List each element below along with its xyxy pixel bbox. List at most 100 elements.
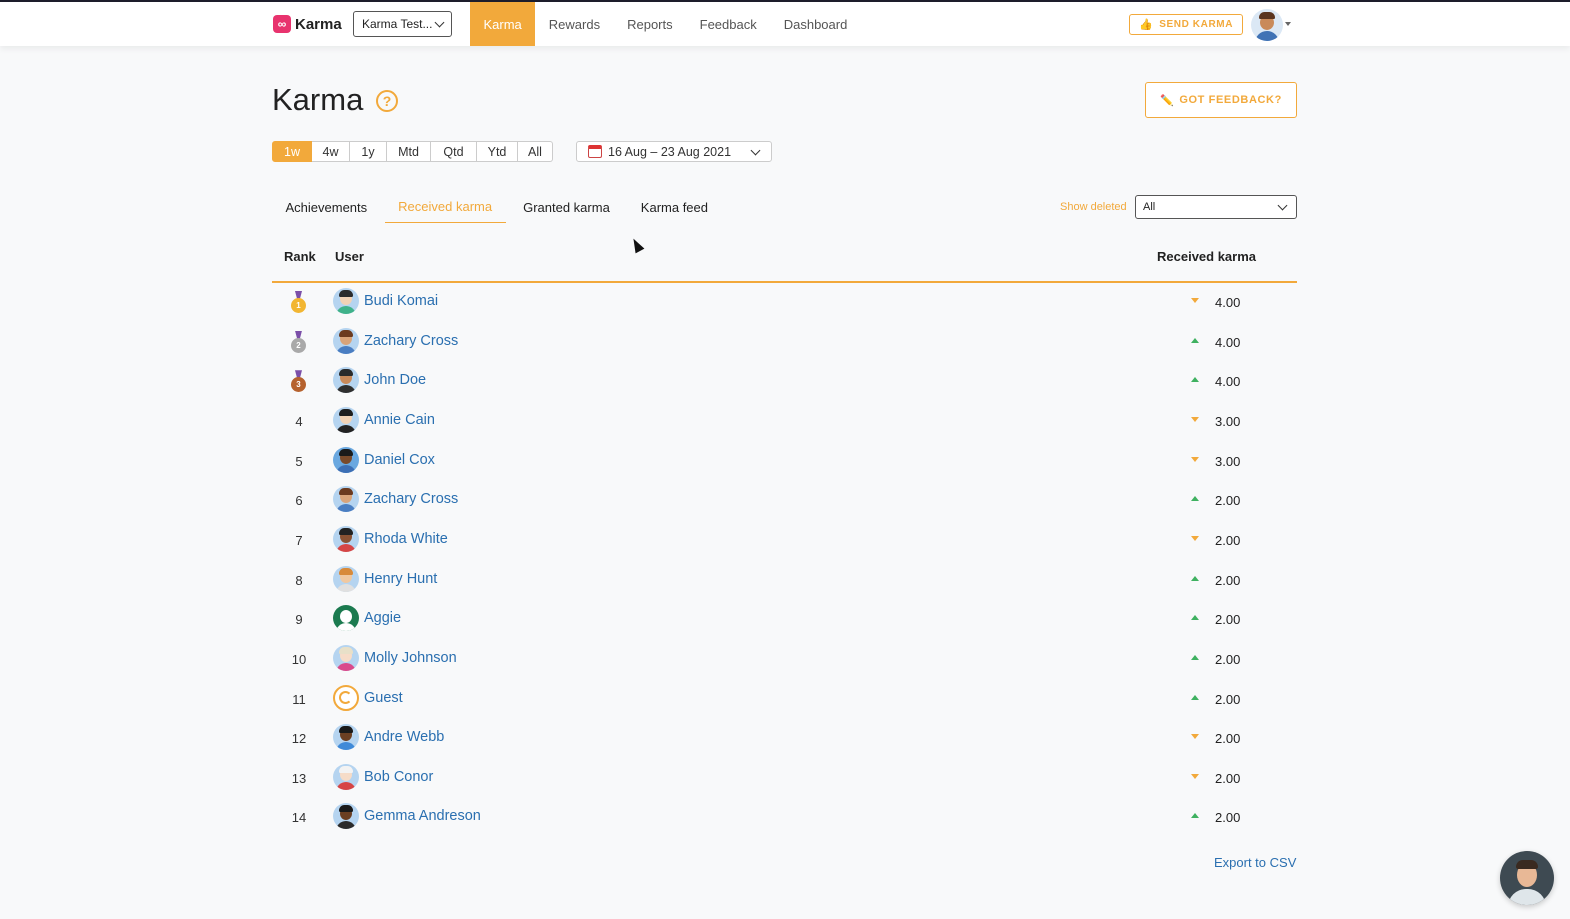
avatar[interactable] [333,763,359,790]
karma-value: 2.00 [1215,572,1241,588]
karma-value: 2.00 [1215,651,1241,667]
user-name-link[interactable]: Annie Cain [364,412,435,428]
user-name-link[interactable]: Zachary Cross [364,333,458,349]
chevron-down-icon [1277,200,1288,211]
help-icon[interactable]: ? [376,90,398,112]
rank-cell: 7 [295,532,303,548]
trend-up-icon [1191,694,1199,700]
avatar[interactable] [333,446,359,473]
rank-cell: 10 [291,651,307,667]
user-name-link[interactable]: Guest [364,690,403,706]
nav-link-rewards[interactable]: Rewards [535,2,613,46]
avatar[interactable] [333,644,359,671]
silver-medal-icon: 2 [291,330,306,353]
rank-cell: 4 [295,413,303,429]
avatar[interactable] [333,406,359,433]
karma-value: 4.00 [1215,295,1241,310]
user-name-link[interactable]: Zachary Cross [364,491,458,507]
avatar[interactable] [333,486,359,513]
tab-karma-feed[interactable]: Karma feed [627,195,721,223]
user-name-link[interactable]: Molly Johnson [364,650,457,666]
table-row: 10 Molly Johnson 2.00 [272,639,1297,678]
show-deleted-select[interactable]: All [1135,195,1297,219]
nav-link-reports[interactable]: Reports [614,2,687,46]
send-karma-label: SEND KARMA [1159,19,1234,30]
column-header-received-karma[interactable]: Received karma [1157,249,1256,264]
user-name-link[interactable]: Henry Hunt [364,571,437,587]
karma-value: 2.00 [1215,770,1241,786]
trend-down-icon [1191,456,1199,462]
trend-down-icon [1191,734,1199,740]
user-name-link[interactable]: Budi Komai [364,293,438,309]
user-name-link[interactable]: Andre Webb [364,729,444,745]
avatar[interactable] [333,288,359,314]
table-row: 14 Gemma Andreson 2.00 [272,797,1297,836]
table-row: 11 Guest 2.00 [272,679,1297,718]
avatar[interactable] [333,525,359,552]
period-button-4w[interactable]: 4w [312,141,350,162]
table-row: 3 John Doe 4.00 [272,361,1297,400]
trend-up-icon [1191,575,1199,581]
app-logo[interactable]: ∞ Karma [273,15,342,33]
avatar[interactable] [333,565,359,592]
period-button-ytd[interactable]: Ytd [477,141,518,162]
user-name-link[interactable]: Aggie [364,610,401,626]
period-button-all[interactable]: All [518,141,553,162]
avatar[interactable] [333,724,359,751]
karma-value: 2.00 [1215,493,1241,509]
team-select[interactable]: Karma Test... [353,11,452,37]
table-row: 1 Budi Komai 4.00 [272,282,1297,321]
period-button-1y[interactable]: 1y [350,141,387,162]
trend-down-icon [1191,298,1199,303]
user-name-link[interactable]: John Doe [364,372,426,388]
karma-value: 2.00 [1215,612,1241,628]
date-range-value: 16 Aug – 23 Aug 2021 [608,144,732,159]
calendar-icon [588,145,602,158]
trend-up-icon [1191,654,1199,660]
period-button-qtd[interactable]: Qtd [431,141,477,162]
user-name-link[interactable]: Rhoda White [364,531,448,547]
tab-achievements[interactable]: Achievements [272,195,381,223]
rank-cell: 11 [292,691,306,707]
karma-value: 3.00 [1215,453,1241,469]
karma-value: 4.00 [1215,374,1241,390]
user-avatar[interactable] [1251,9,1283,41]
trend-up-icon [1191,496,1199,502]
rank-cell: 13 [291,770,307,786]
table-row: 8 Henry Hunt 2.00 [272,560,1297,599]
period-button-mtd[interactable]: Mtd [387,141,431,162]
trend-down-icon [1191,416,1199,422]
avatar[interactable] [333,803,359,830]
nav-link-feedback[interactable]: Feedback [686,2,770,46]
top-navbar: ∞ Karma Karma Test... Karma Rewards Report… [0,0,1570,46]
tab-granted-karma[interactable]: Granted karma [510,195,624,223]
table-row: 4 Annie Cain 3.00 [272,401,1297,440]
trend-up-icon [1191,377,1199,383]
send-karma-button[interactable]: 👍 SEND KARMA [1129,14,1243,35]
period-button-1w[interactable]: 1w [272,141,312,162]
rank-cell: 8 [295,572,303,588]
avatar[interactable] [333,367,359,394]
nav-link-dashboard[interactable]: Dashboard [770,2,861,46]
rank-cell: 14 [291,810,307,826]
user-menu-caret-icon[interactable] [1285,22,1291,26]
karma-logo-icon: ∞ [273,15,291,33]
karma-value: 2.00 [1215,691,1241,707]
user-name-link[interactable]: Bob Conor [364,769,433,785]
karma-value: 2.00 [1215,810,1241,826]
avatar[interactable] [333,684,359,711]
date-range-picker[interactable]: 16 Aug – 23 Aug 2021 [576,141,772,162]
rank-cell: 9 [295,612,303,628]
avatar[interactable] [333,327,359,354]
user-name-link[interactable]: Daniel Cox [364,452,435,468]
nav-link-karma[interactable]: Karma [470,2,536,46]
column-header-user: User [335,249,364,264]
karma-value: 2.00 [1215,532,1241,548]
support-chat-avatar[interactable] [1500,851,1554,905]
export-csv-link[interactable]: Export to CSV [1214,855,1296,870]
got-feedback-button[interactable]: ✏️ GOT FEEDBACK? [1145,82,1297,118]
gold-medal-icon: 1 [291,291,306,313]
tab-received-karma[interactable]: Received karma [384,195,506,223]
avatar[interactable] [333,605,359,632]
user-name-link[interactable]: Gemma Andreson [364,808,481,824]
